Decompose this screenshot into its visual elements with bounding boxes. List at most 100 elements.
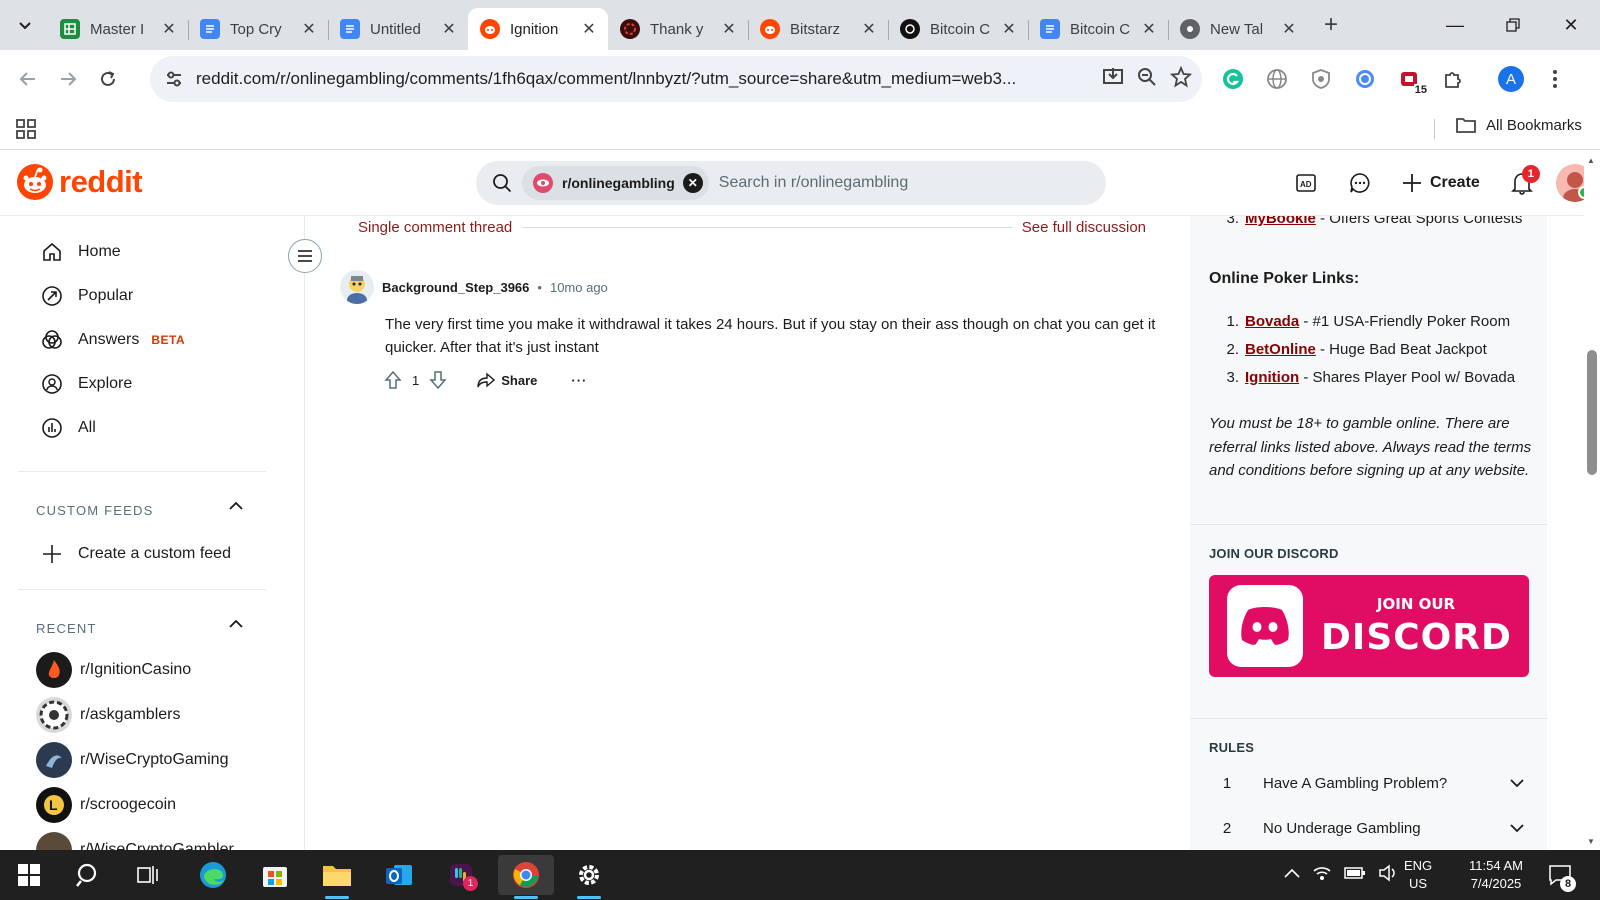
install-app-icon[interactable] xyxy=(1102,66,1124,93)
page-scrollbar[interactable]: ▲ ▼ xyxy=(1584,150,1600,850)
profile-avatar[interactable]: A xyxy=(1496,64,1526,94)
kebab-menu-icon[interactable] xyxy=(1540,64,1570,94)
outlook-icon[interactable] xyxy=(374,855,424,895)
chrome-icon[interactable] xyxy=(498,855,554,899)
sidebar-item-answers[interactable]: Answers BETA xyxy=(18,318,268,362)
sidebar-item-popular[interactable]: Popular xyxy=(18,274,268,318)
chevron-up-icon[interactable] xyxy=(1284,866,1300,884)
close-tab-icon[interactable]: ✕ xyxy=(1280,20,1298,38)
browser-tab[interactable]: Top Cry ✕ xyxy=(188,8,328,50)
rule-item[interactable]: 1 Have A Gambling Problem? xyxy=(1209,763,1529,803)
site-info-icon[interactable] xyxy=(164,69,184,94)
bovada-link[interactable]: Bovada xyxy=(1245,313,1299,330)
scrollbar-thumb[interactable] xyxy=(1587,350,1597,475)
swirl-extension-icon[interactable] xyxy=(1350,64,1380,94)
reddit-logo[interactable]: reddit xyxy=(17,164,143,200)
chat-icon[interactable] xyxy=(1340,163,1380,203)
chevron-up-icon[interactable] xyxy=(228,498,244,514)
apps-grid-icon[interactable] xyxy=(14,117,38,141)
close-tab-icon[interactable]: ✕ xyxy=(300,20,318,38)
slack-icon[interactable]: 1 xyxy=(436,855,486,895)
forward-icon[interactable] xyxy=(48,59,88,99)
browser-tab[interactable]: Bitcoin C ✕ xyxy=(1028,8,1168,50)
scroll-down-arrow[interactable]: ▼ xyxy=(1587,837,1595,846)
rule-item[interactable]: 2 No Underage Gambling xyxy=(1209,808,1529,848)
shield-extension-icon[interactable] xyxy=(1306,64,1336,94)
recent-community[interactable]: L r/scroogecoin xyxy=(36,785,176,825)
clock[interactable]: 11:54 AM 7/4/2025 xyxy=(1456,850,1536,900)
all-bookmarks-button[interactable]: All Bookmarks xyxy=(1456,116,1582,134)
close-tab-icon[interactable]: ✕ xyxy=(720,20,738,38)
recent-community[interactable]: r/askgamblers xyxy=(36,695,180,735)
scroll-up-arrow[interactable]: ▲ xyxy=(1587,156,1595,165)
minimize-icon[interactable]: — xyxy=(1426,0,1484,50)
commenter-avatar[interactable] xyxy=(340,270,374,304)
upvote-icon[interactable] xyxy=(380,366,406,394)
zoom-icon[interactable] xyxy=(1136,66,1158,93)
close-tab-icon[interactable]: ✕ xyxy=(580,20,598,38)
close-tab-icon[interactable]: ✕ xyxy=(1000,20,1018,38)
sidebar-item-explore[interactable]: Explore xyxy=(18,362,268,406)
address-bar[interactable]: reddit.com/r/onlinegambling/comments/1fh… xyxy=(150,56,1202,102)
search-icon[interactable] xyxy=(64,855,114,895)
create-post-button[interactable]: Create xyxy=(1394,163,1488,203)
browser-tab[interactable]: Thank y ✕ xyxy=(608,8,748,50)
restore-icon[interactable] xyxy=(1484,0,1542,50)
browser-tab[interactable]: Untitled ✕ xyxy=(328,8,468,50)
notifications-button[interactable]: 1 xyxy=(1502,163,1542,203)
ignition-link[interactable]: Ignition xyxy=(1245,369,1299,386)
reload-icon[interactable] xyxy=(88,59,128,99)
discord-banner[interactable]: JOIN OUR DISCORD xyxy=(1209,575,1529,677)
sidebar-item-all[interactable]: All xyxy=(18,406,268,450)
bookmark-star-icon[interactable] xyxy=(1169,65,1193,93)
new-tab-button[interactable]: + xyxy=(1316,10,1346,40)
edge-icon[interactable] xyxy=(188,855,238,895)
sidebar-toggle-button[interactable] xyxy=(288,239,322,273)
recent-community[interactable]: r/WiseCryptoGambler xyxy=(36,830,234,850)
betonline-link[interactable]: BetOnline xyxy=(1245,341,1316,358)
puzzle-icon[interactable] xyxy=(1438,64,1468,94)
globe-extension-icon[interactable] xyxy=(1262,64,1292,94)
tab-search-button[interactable] xyxy=(10,10,40,40)
sidebar-item-home[interactable]: Home xyxy=(18,230,268,274)
downvote-icon[interactable] xyxy=(425,366,451,394)
wifi-icon[interactable] xyxy=(1312,864,1332,887)
chevron-up-icon[interactable] xyxy=(228,616,244,632)
browser-tab[interactable]: Master I ✕ xyxy=(48,8,188,50)
recent-community[interactable]: r/WiseCryptoGaming xyxy=(36,740,228,780)
windows-start-icon[interactable] xyxy=(4,855,54,895)
create-custom-feed-button[interactable]: Create a custom feed xyxy=(18,532,268,576)
back-icon[interactable] xyxy=(8,59,48,99)
input-language[interactable]: ENG US xyxy=(1404,850,1432,900)
microsoft-store-icon[interactable] xyxy=(250,855,300,895)
recent-community[interactable]: r/IgnitionCasino xyxy=(36,650,191,690)
mybookie-link[interactable]: MyBookie xyxy=(1245,216,1316,227)
casino-extension-icon[interactable]: 15 xyxy=(1394,64,1428,96)
subreddit-filter-chip[interactable]: r/onlinegambling ✕ xyxy=(522,166,709,200)
browser-tab[interactable]: New Tal ✕ xyxy=(1168,8,1308,50)
remove-filter-icon[interactable]: ✕ xyxy=(682,173,703,193)
file-explorer-icon[interactable] xyxy=(312,855,362,899)
close-tab-icon[interactable]: ✕ xyxy=(1140,20,1158,38)
notification-center-button[interactable]: 8 xyxy=(1548,850,1576,900)
comment-timestamp[interactable]: 10mo ago xyxy=(550,280,608,295)
close-tab-icon[interactable]: ✕ xyxy=(160,20,178,38)
subreddit-search-bar[interactable]: r/onlinegambling ✕ xyxy=(476,161,1106,205)
task-view-icon[interactable] xyxy=(124,855,174,895)
grammarly-icon[interactable] xyxy=(1218,64,1248,94)
settings-gear-icon[interactable] xyxy=(564,855,614,899)
advertise-icon[interactable]: AD xyxy=(1286,163,1326,203)
comment-author[interactable]: Background_Step_3966 xyxy=(382,280,529,295)
share-button[interactable]: Share xyxy=(473,366,541,394)
volume-icon[interactable] xyxy=(1378,863,1398,887)
browser-tab[interactable]: Bitcoin C ✕ xyxy=(888,8,1028,50)
more-options-button[interactable]: ··· xyxy=(571,373,587,388)
battery-icon[interactable] xyxy=(1344,866,1366,885)
browser-tab-active[interactable]: Ignition ✕ xyxy=(468,8,608,50)
search-input[interactable] xyxy=(718,174,1099,192)
close-window-icon[interactable]: ✕ xyxy=(1542,0,1600,50)
see-full-discussion-link[interactable]: See full discussion xyxy=(1022,219,1146,236)
close-tab-icon[interactable]: ✕ xyxy=(440,20,458,38)
close-tab-icon[interactable]: ✕ xyxy=(860,20,878,38)
browser-tab[interactable]: Bitstarz ✕ xyxy=(748,8,888,50)
